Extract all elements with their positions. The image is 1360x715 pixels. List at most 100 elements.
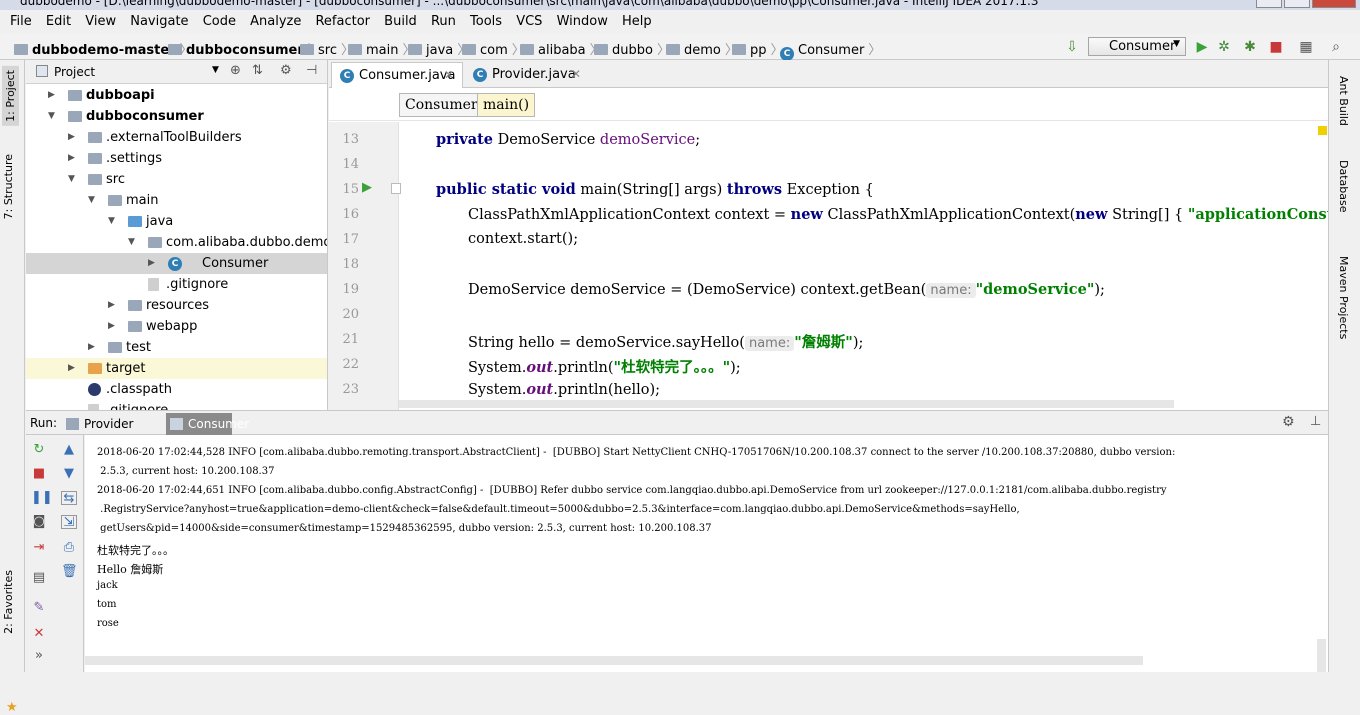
menu-analyze[interactable]: Analyze	[250, 10, 301, 29]
menu-window[interactable]: Window	[557, 10, 608, 29]
console-line: rose	[97, 618, 119, 629]
menu-navigate[interactable]: Navigate	[130, 10, 188, 29]
breadcrumb-class[interactable]: Consumer	[399, 93, 484, 117]
tree-item-main[interactable]: ▼ main	[26, 190, 327, 211]
run-tab-provider[interactable]: Provider	[62, 413, 168, 435]
coverage-icon[interactable]: ✱	[1242, 39, 1258, 55]
run-config-icon	[170, 418, 183, 430]
stop-icon[interactable]: ■	[1268, 39, 1284, 55]
view-dropdown-icon[interactable]: ▼	[212, 65, 219, 75]
gear-icon[interactable]: ⚙	[1282, 414, 1295, 430]
tree-item-external-tool-builders[interactable]: ▶ .externalToolBuilders	[26, 127, 327, 148]
scroll-to-end-icon[interactable]: ⇲	[61, 515, 77, 530]
pause-icon[interactable]: ❚❚	[31, 491, 53, 505]
tree-item-target[interactable]: ▶ target	[26, 358, 327, 379]
code-line-13: private DemoService demoService;	[436, 131, 701, 148]
folder-icon	[348, 44, 362, 55]
menu-edit[interactable]: Edit	[46, 10, 71, 29]
build-icon[interactable]: ⇩	[1064, 39, 1080, 55]
soft-wrap-icon[interactable]: ⇆	[61, 491, 77, 506]
down-arrow-icon[interactable]: ▼	[61, 467, 77, 481]
tree-item-dubboconsumer[interactable]: ▼ dubboconsumer	[26, 106, 327, 127]
eclipse-file-icon	[88, 383, 101, 396]
up-arrow-icon[interactable]: ▲	[61, 443, 77, 457]
stop-icon[interactable]: ■	[31, 467, 47, 481]
tab-structure[interactable]: 7: Structure	[2, 154, 15, 219]
folder-icon	[128, 321, 142, 332]
maximize-button[interactable]	[1284, 0, 1310, 8]
tab-favorites[interactable]: 2: Favorites	[2, 570, 15, 634]
close-window-button[interactable]	[1312, 0, 1356, 8]
camera-icon[interactable]: ◙	[31, 515, 47, 529]
folder-icon	[168, 44, 182, 55]
tree-item-package[interactable]: ▼com.alibaba.dubbo.demo.pp	[26, 232, 327, 253]
tree-item-src[interactable]: ▼ src	[26, 169, 327, 190]
menu-tools[interactable]: Tools	[470, 10, 502, 29]
tree-item-resources[interactable]: ▶ resources	[26, 295, 327, 316]
tab-database[interactable]: Database	[1337, 160, 1350, 213]
print-icon[interactable]: ⎙	[61, 541, 77, 555]
folder-icon	[108, 195, 122, 206]
hide-panel-icon[interactable]: ⊣	[306, 63, 317, 78]
trash-icon[interactable]: 🗑	[61, 565, 78, 579]
collapse-icon[interactable]: ⇅	[252, 63, 263, 78]
tree-item-gitignore-module[interactable]: .gitignore	[26, 400, 327, 410]
more-icon[interactable]: »	[31, 649, 47, 663]
gear-icon[interactable]: ⚙	[280, 63, 292, 78]
tab-maven-projects[interactable]: Maven Projects	[1337, 256, 1350, 339]
close-icon[interactable]: ✕	[571, 67, 581, 81]
tree-item-settings[interactable]: ▶ .settings	[26, 148, 327, 169]
hide-panel-icon[interactable]: ⊥	[1310, 414, 1321, 429]
run-icon[interactable]: ▶	[1194, 39, 1210, 55]
line-number: 13	[342, 132, 359, 147]
rerun-icon[interactable]: ↻	[31, 443, 47, 457]
run-config-icon	[66, 418, 79, 430]
horizontal-scrollbar[interactable]	[399, 400, 1174, 408]
debug-icon[interactable]: ✲	[1216, 39, 1232, 55]
menu-vcs[interactable]: VCS	[516, 10, 542, 29]
tab-consumer-java[interactable]: C Consumer.java ✕	[331, 62, 463, 88]
run-config-select[interactable]: Consumer ▼	[1088, 37, 1186, 56]
tree-item-java[interactable]: ▼ java	[26, 211, 327, 232]
tree-item-consumer[interactable]: ▶ C Consumer	[26, 253, 327, 274]
tab-provider-java[interactable]: C Provider.java ✕	[465, 62, 589, 88]
tree-item-gitignore-src[interactable]: .gitignore	[26, 274, 327, 295]
menu-code[interactable]: Code	[203, 10, 236, 29]
run-tab-consumer[interactable]: Consumer	[166, 413, 249, 435]
run-gutter-icon[interactable]: ▶	[362, 180, 372, 195]
close-icon[interactable]: ✕	[31, 627, 47, 641]
tree-item-test[interactable]: ▶ test	[26, 337, 327, 358]
fold-icon[interactable]	[391, 183, 401, 194]
project-panel-title: Project	[54, 65, 96, 79]
tree-item-classpath[interactable]: .classpath	[26, 379, 327, 400]
horizontal-scrollbar[interactable]	[85, 656, 1143, 665]
nav-crumb-consumer[interactable]: C Consumer 〉	[780, 39, 885, 61]
pin-icon[interactable]: ✎	[31, 601, 47, 615]
locate-icon[interactable]: ⊕	[230, 63, 241, 78]
nav-crumb-demo[interactable]: demo〉	[666, 39, 742, 58]
menu-refactor[interactable]: Refactor	[315, 10, 370, 29]
nav-crumb-dubbo[interactable]: dubbo 〉	[594, 39, 674, 58]
tree-item-dubboapi[interactable]: ▶ dubboapi	[26, 85, 327, 106]
menu-run[interactable]: Run	[431, 10, 456, 29]
minimize-button[interactable]	[1256, 0, 1282, 8]
project-structure-icon[interactable]: ▦	[1298, 39, 1314, 55]
menu-view[interactable]: View	[85, 10, 116, 29]
menu-file[interactable]: File	[10, 10, 32, 29]
code-line-17: context.start();	[468, 231, 579, 247]
title-bar: dubbodemo - [D:\learning\dubbodemo-maste…	[0, 0, 1360, 10]
tab-ant-build[interactable]: Ant Build	[1337, 76, 1350, 126]
menu-build[interactable]: Build	[384, 10, 417, 29]
folder-icon	[88, 132, 102, 143]
exit-icon[interactable]: ⇥	[31, 541, 47, 555]
line-number: 19	[342, 282, 359, 297]
nav-crumb-com[interactable]: com 〉	[462, 39, 529, 58]
tree-item-webapp[interactable]: ▶ webapp	[26, 316, 327, 337]
tab-project[interactable]: 1: Project	[2, 66, 19, 126]
search-icon[interactable]: ⌕	[1328, 39, 1344, 55]
close-icon[interactable]: ✕	[444, 68, 454, 82]
layout-icon[interactable]: ▤	[31, 571, 47, 585]
vertical-scrollbar[interactable]	[1317, 639, 1326, 672]
menu-help[interactable]: Help	[622, 10, 652, 29]
breadcrumb-method[interactable]: main()	[477, 93, 536, 117]
